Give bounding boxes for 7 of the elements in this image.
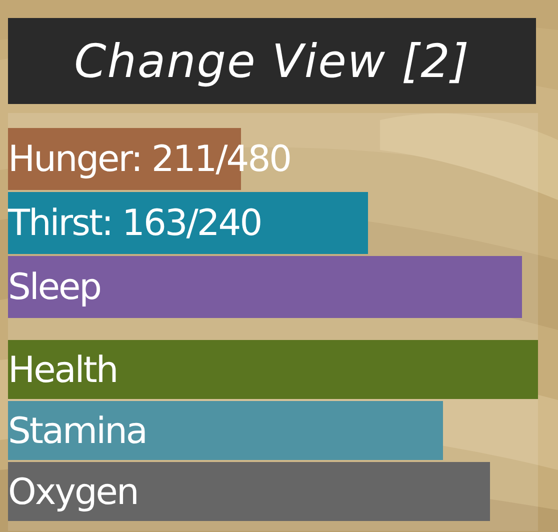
stat-label: Hunger: 211/480 <box>8 140 290 180</box>
stat-label: Oxygen <box>8 473 138 513</box>
stat-label: Thirst: 163/240 <box>8 204 262 244</box>
stat-label: Health <box>8 351 118 391</box>
view-title[interactable]: Change View [2] <box>8 18 536 104</box>
stat-label: Sleep <box>8 268 101 308</box>
stat-label: Stamina <box>8 412 146 452</box>
